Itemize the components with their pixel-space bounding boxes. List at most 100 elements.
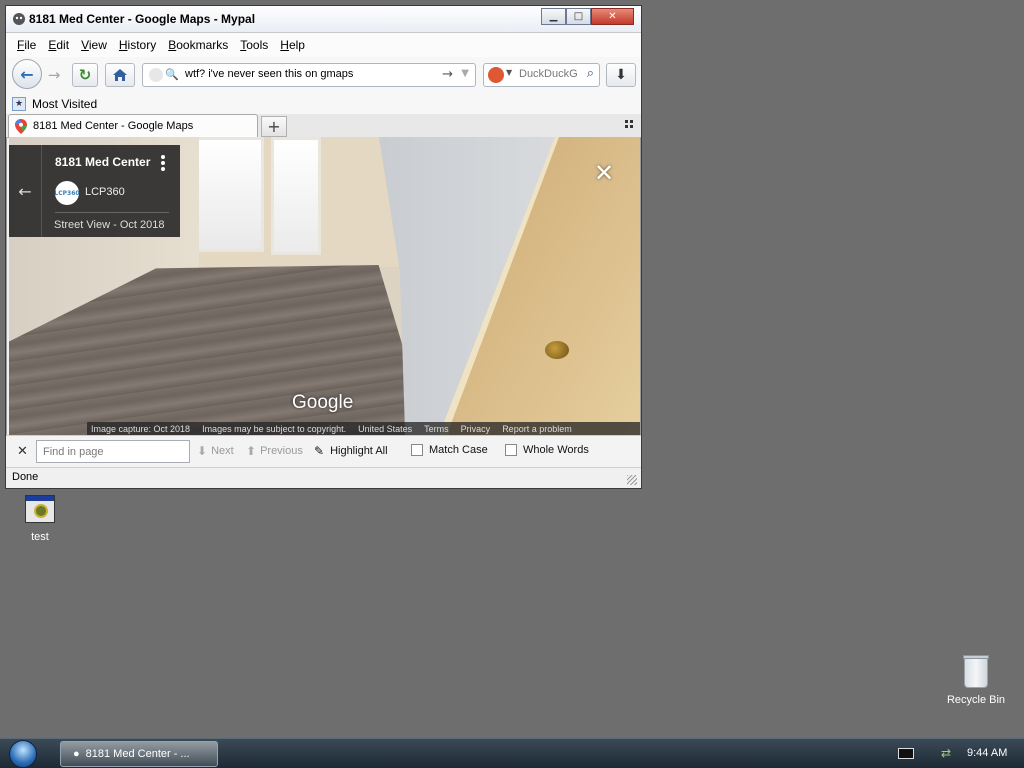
- menu-file-label: ile: [24, 38, 37, 52]
- desktop-icon-test[interactable]: test: [20, 495, 60, 543]
- grid-dot: [630, 120, 633, 123]
- find-next-button[interactable]: ⬇ Next: [197, 444, 234, 458]
- image-capture-date: Image capture: Oct 2018: [91, 423, 191, 434]
- find-next-label: Next: [211, 445, 234, 457]
- menu-history-accesskey: H: [118, 38, 128, 52]
- window-title: 8181 Med Center - Google Maps - Mypal: [29, 12, 256, 26]
- tab-label: 8181 Med Center - Google Maps: [33, 120, 194, 132]
- back-button[interactable]: ←: [12, 59, 42, 89]
- browser-window: 8181 Med Center - Google Maps - Mypal ▁ …: [5, 5, 642, 489]
- maximize-button[interactable]: □: [566, 8, 591, 25]
- more-options-button[interactable]: [159, 155, 167, 173]
- up-arrow-icon: ⬆: [246, 444, 257, 458]
- google-maps-pin-icon: [15, 119, 27, 134]
- terms-link[interactable]: Terms: [424, 424, 449, 434]
- network-icon[interactable]: ⇄: [941, 746, 955, 760]
- minimize-button[interactable]: ▁: [541, 8, 566, 25]
- checkbox-box[interactable]: [411, 444, 423, 456]
- url-text[interactable]: wtf? i've never seen this on gmaps: [185, 68, 353, 80]
- tab-bar: 8181 Med Center - Google Maps +: [6, 114, 641, 138]
- menu-bookmarks[interactable]: Bookmarks: [168, 38, 228, 52]
- match-case-checkbox[interactable]: Match Case: [411, 444, 488, 456]
- checkbox-box[interactable]: [505, 444, 517, 456]
- close-street-view-button[interactable]: ✕: [594, 159, 614, 187]
- author-name[interactable]: LCP360: [85, 186, 125, 198]
- street-view-date[interactable]: Street View - Oct 2018: [54, 219, 164, 231]
- find-bar-close-button[interactable]: ✕: [17, 444, 28, 459]
- system-clock[interactable]: 9:44 AM: [967, 747, 1007, 759]
- reload-button[interactable]: ↻: [72, 63, 98, 87]
- keyboard-icon[interactable]: [898, 748, 914, 759]
- close-button[interactable]: ✕: [591, 8, 634, 25]
- resize-grip-icon[interactable]: [627, 475, 637, 485]
- highlight-all-button[interactable]: ✎ Highlight All: [314, 444, 388, 458]
- most-visited-bookmark[interactable]: Most Visited: [32, 97, 97, 111]
- home-button[interactable]: [105, 63, 135, 87]
- title-bar[interactable]: 8181 Med Center - Google Maps - Mypal ▁ …: [6, 6, 641, 33]
- status-text: Done: [12, 471, 39, 483]
- down-arrow-icon: ⬇: [197, 444, 208, 458]
- search-bar[interactable]: ▼ DuckDuckGo ⌕: [483, 63, 600, 87]
- match-case-label: Match Case: [429, 444, 488, 456]
- menu-view[interactable]: View: [81, 38, 107, 52]
- menu-history[interactable]: History: [119, 38, 156, 52]
- url-bar[interactable]: 🔍 wtf? i've never seen this on gmaps → ▼: [142, 63, 476, 87]
- find-input[interactable]: [36, 440, 190, 463]
- home-icon: [113, 69, 127, 81]
- site-identity-icon[interactable]: [149, 68, 163, 82]
- navigation-toolbar: ← → ↻ 🔍 wtf? i've never seen this on gma…: [6, 57, 641, 93]
- forward-button[interactable]: →: [44, 65, 64, 85]
- downloads-button[interactable]: ⬇: [606, 63, 636, 87]
- mypal-app-icon: ●: [73, 748, 80, 760]
- menu-help[interactable]: Help: [280, 38, 305, 52]
- more-vert-dot: [161, 167, 165, 171]
- back-arrow-icon: ←: [18, 181, 32, 201]
- desktop-icon-label: Recycle Bin: [946, 694, 1006, 706]
- menu-file[interactable]: File: [17, 38, 36, 52]
- exit-street-view-button[interactable]: ←: [9, 145, 42, 237]
- bookmarks-toolbar: ★ Most Visited: [6, 93, 641, 114]
- region-link[interactable]: United States: [358, 424, 412, 434]
- windows-logo-icon: [9, 740, 37, 768]
- search-icon[interactable]: ⌕: [587, 66, 594, 81]
- find-previous-button[interactable]: ⬆ Previous: [246, 444, 303, 458]
- desktop-icon-label: test: [31, 531, 49, 543]
- close-icon: ✕: [608, 11, 617, 22]
- recycle-bin-lid: [963, 655, 989, 659]
- new-tab-button[interactable]: +: [261, 116, 287, 137]
- all-tabs-button[interactable]: [625, 120, 635, 130]
- tab-google-maps[interactable]: 8181 Med Center - Google Maps: [8, 114, 258, 138]
- window-controls: ▁ □ ✕: [541, 8, 634, 25]
- author-avatar[interactable]: LCP360: [54, 181, 80, 205]
- minimize-icon: ▁: [549, 11, 558, 22]
- privacy-link[interactable]: Privacy: [461, 424, 491, 434]
- grid-dot: [625, 125, 628, 128]
- icon-title-bar: [26, 496, 54, 501]
- menu-history-label: istory: [127, 38, 157, 52]
- menu-edit-label: dit: [56, 38, 70, 52]
- mypal-app-icon: [13, 13, 25, 25]
- whole-words-checkbox[interactable]: Whole Words: [505, 444, 589, 456]
- start-button[interactable]: [4, 739, 42, 768]
- search-input[interactable]: DuckDuckGo: [519, 68, 577, 80]
- gear-icon: [34, 504, 48, 518]
- whole-words-label: Whole Words: [523, 444, 589, 456]
- taskbar-button-label: 8181 Med Center - ...: [85, 748, 190, 760]
- taskbar-button-mypal[interactable]: ● 8181 Med Center - ...: [60, 741, 218, 767]
- menu-edit[interactable]: Edit: [48, 38, 69, 52]
- menu-help-accesskey: H: [280, 38, 289, 52]
- url-dropdown-icon[interactable]: ▼: [461, 68, 469, 79]
- search-engine-dropdown-icon[interactable]: ▼: [506, 68, 512, 77]
- find-bar: ✕ ⬇Next ⬆Previous ✎ Highlight All Match C…: [6, 435, 641, 467]
- maximize-icon: □: [573, 11, 584, 22]
- go-arrow-icon[interactable]: →: [442, 67, 453, 82]
- desktop-icon-recycle-bin[interactable]: Recycle Bin: [942, 655, 1010, 706]
- menu-tools[interactable]: Tools: [240, 38, 268, 52]
- place-title[interactable]: 8181 Med Center: [55, 155, 150, 169]
- street-view-panorama[interactable]: ← 8181 Med Center LCP360 LCP360 Street V…: [9, 137, 640, 435]
- duckduckgo-icon[interactable]: [488, 67, 504, 83]
- page-info-icon: 🔍: [165, 68, 179, 81]
- menu-help-label: elp: [288, 38, 305, 52]
- report-problem-link[interactable]: Report a problem: [502, 424, 572, 434]
- google-logo: Google: [292, 392, 354, 413]
